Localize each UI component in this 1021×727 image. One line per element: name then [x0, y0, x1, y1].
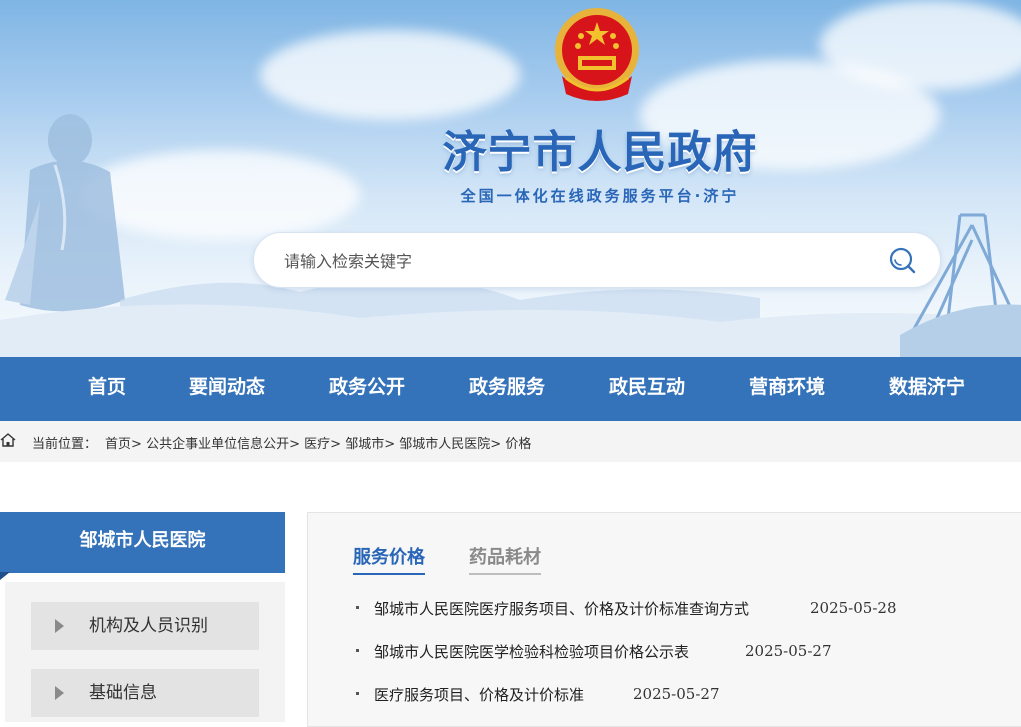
sidebar-item-label: 基础信息	[89, 683, 157, 703]
breadcrumb-separator: >	[490, 437, 502, 452]
list-item-title[interactable]: 邹城市人民医院医学检验科检验项目价格公示表	[374, 641, 689, 662]
nav-item-interaction[interactable]: 政民互动	[592, 357, 702, 421]
sidebar-item-basic-info[interactable]: 基础信息	[31, 669, 259, 717]
list-item-title[interactable]: 邹城市人民医院医疗服务项目、价格及计价标准查询方式	[374, 598, 749, 619]
tab-drug-consumables[interactable]: 药品耗材	[469, 543, 541, 575]
sidebar-item-org-staff[interactable]: 机构及人员识别	[31, 602, 259, 650]
home-icon	[0, 433, 16, 447]
nav-item-home[interactable]: 首页	[67, 357, 147, 421]
list-item-date: 2025-05-28	[810, 599, 897, 617]
main-nav: 首页 要闻动态 政务公开 政务服务 政民互动 营商环境 数据济宁	[0, 357, 1021, 421]
sidebar-title-fold	[0, 572, 10, 580]
breadcrumb-separator: >	[330, 437, 342, 452]
nav-item-data-jining[interactable]: 数据济宁	[872, 357, 982, 421]
breadcrumb-separator: >	[289, 437, 300, 452]
sidebar-title: 邹城市人民医院	[0, 512, 285, 573]
list-item-date: 2025-05-27	[745, 642, 832, 660]
search-icon[interactable]	[884, 245, 920, 275]
nav-item-gov-open[interactable]: 政务公开	[312, 357, 422, 421]
breadcrumb-link-hospital[interactable]: 邹城市人民医院	[399, 437, 490, 452]
nav-item-gov-service[interactable]: 政务服务	[452, 357, 562, 421]
site-title: 济宁市人民政府	[442, 127, 758, 178]
breadcrumb-link-zoucheng[interactable]: 邹城市	[345, 437, 384, 452]
bullet-icon	[356, 606, 359, 609]
national-emblem-icon	[555, 8, 639, 101]
nav-item-business[interactable]: 营商环境	[732, 357, 842, 421]
site-subtitle: 全国一体化在线政务服务平台·济宁	[460, 187, 740, 205]
breadcrumb-label: 当前位置：	[32, 437, 98, 452]
header-banner: 济宁市人民政府 全国一体化在线政务服务平台·济宁	[0, 0, 1021, 357]
breadcrumb-current: 价格	[505, 437, 532, 452]
breadcrumb-separator: >	[131, 437, 142, 452]
statue-illustration	[5, 114, 125, 312]
tab-service-price[interactable]: 服务价格	[353, 543, 425, 575]
hill-decoration	[0, 304, 1021, 357]
list-item-title[interactable]: 医疗服务项目、价格及计价标准	[374, 684, 584, 705]
list-item-date: 2025-05-27	[633, 685, 720, 703]
breadcrumb-trail: 首页> 公共企事业单位信息公开> 医疗> 邹城市> 邹城市人民医院> 价格	[105, 433, 531, 452]
stadium-illustration	[900, 304, 1021, 357]
breadcrumb-separator: >	[384, 437, 396, 452]
breadcrumb-link-home[interactable]: 首页	[105, 437, 131, 452]
sidebar-item-label: 机构及人员识别	[89, 616, 208, 636]
caret-right-icon	[55, 686, 64, 700]
bullet-icon	[356, 649, 359, 652]
breadcrumb-link-public-info[interactable]: 公共企事业单位信息公开	[146, 437, 289, 452]
bullet-icon	[356, 692, 359, 695]
search-box	[253, 232, 941, 288]
nav-item-news[interactable]: 要闻动态	[172, 357, 282, 421]
caret-right-icon	[55, 619, 64, 633]
breadcrumb-link-medical[interactable]: 医疗	[304, 437, 330, 452]
search-input[interactable]	[284, 247, 844, 275]
